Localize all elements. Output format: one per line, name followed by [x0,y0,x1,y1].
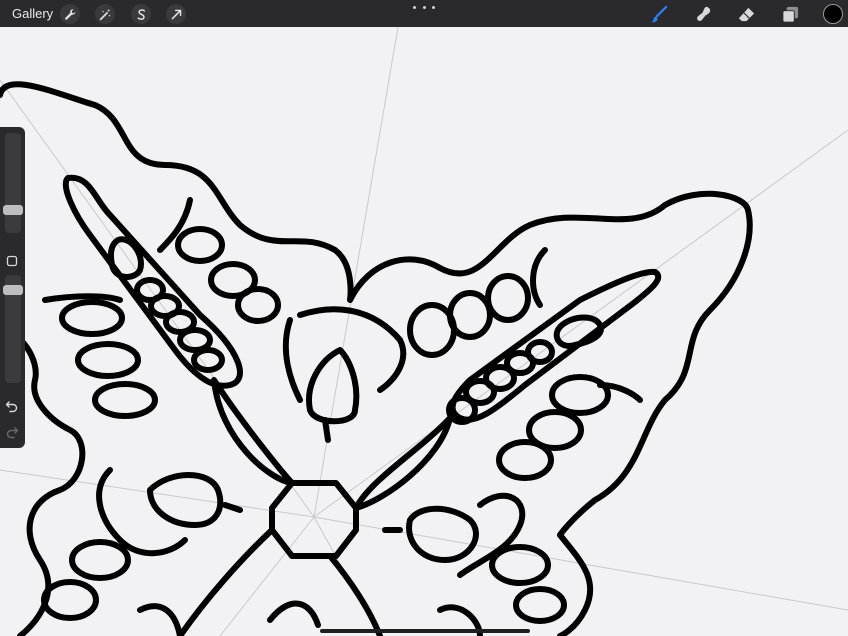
more-dots-icon[interactable] [413,2,435,12]
smudge-icon [696,6,710,21]
redo-icon [6,427,19,439]
selection-button[interactable] [131,4,151,24]
mandala-artwork [0,27,848,636]
eraser-icon [738,7,754,21]
layers-button[interactable] [780,4,800,24]
drawing-canvas[interactable] [0,27,848,636]
opacity-knob[interactable] [3,285,23,295]
smudge-button[interactable] [694,4,714,24]
undo-icon [5,401,18,413]
square-icon [6,255,18,267]
gallery-button[interactable]: Gallery [12,6,53,21]
transform-button[interactable] [166,4,186,24]
actions-button[interactable] [60,4,80,24]
home-indicator [320,629,530,633]
top-toolbar: Gallery [0,0,848,27]
brush-size-slider[interactable] [3,133,23,233]
wrench-icon [64,8,75,20]
color-picker-button[interactable] [823,4,843,24]
transform-arrow-icon [171,9,181,19]
brush-button[interactable] [649,4,669,24]
layers-icon [781,6,798,23]
selection-icon [137,8,145,20]
brush-icon [650,5,667,22]
side-toolbar [0,127,25,448]
undo-button[interactable] [5,399,19,413]
redo-button[interactable] [5,425,19,439]
brush-size-knob[interactable] [3,205,23,215]
line-art [0,81,753,636]
modify-button[interactable] [6,254,18,267]
adjustments-button[interactable] [95,4,115,24]
magic-wand-icon [99,8,111,20]
eraser-button[interactable] [736,4,756,24]
opacity-slider[interactable] [3,275,23,383]
